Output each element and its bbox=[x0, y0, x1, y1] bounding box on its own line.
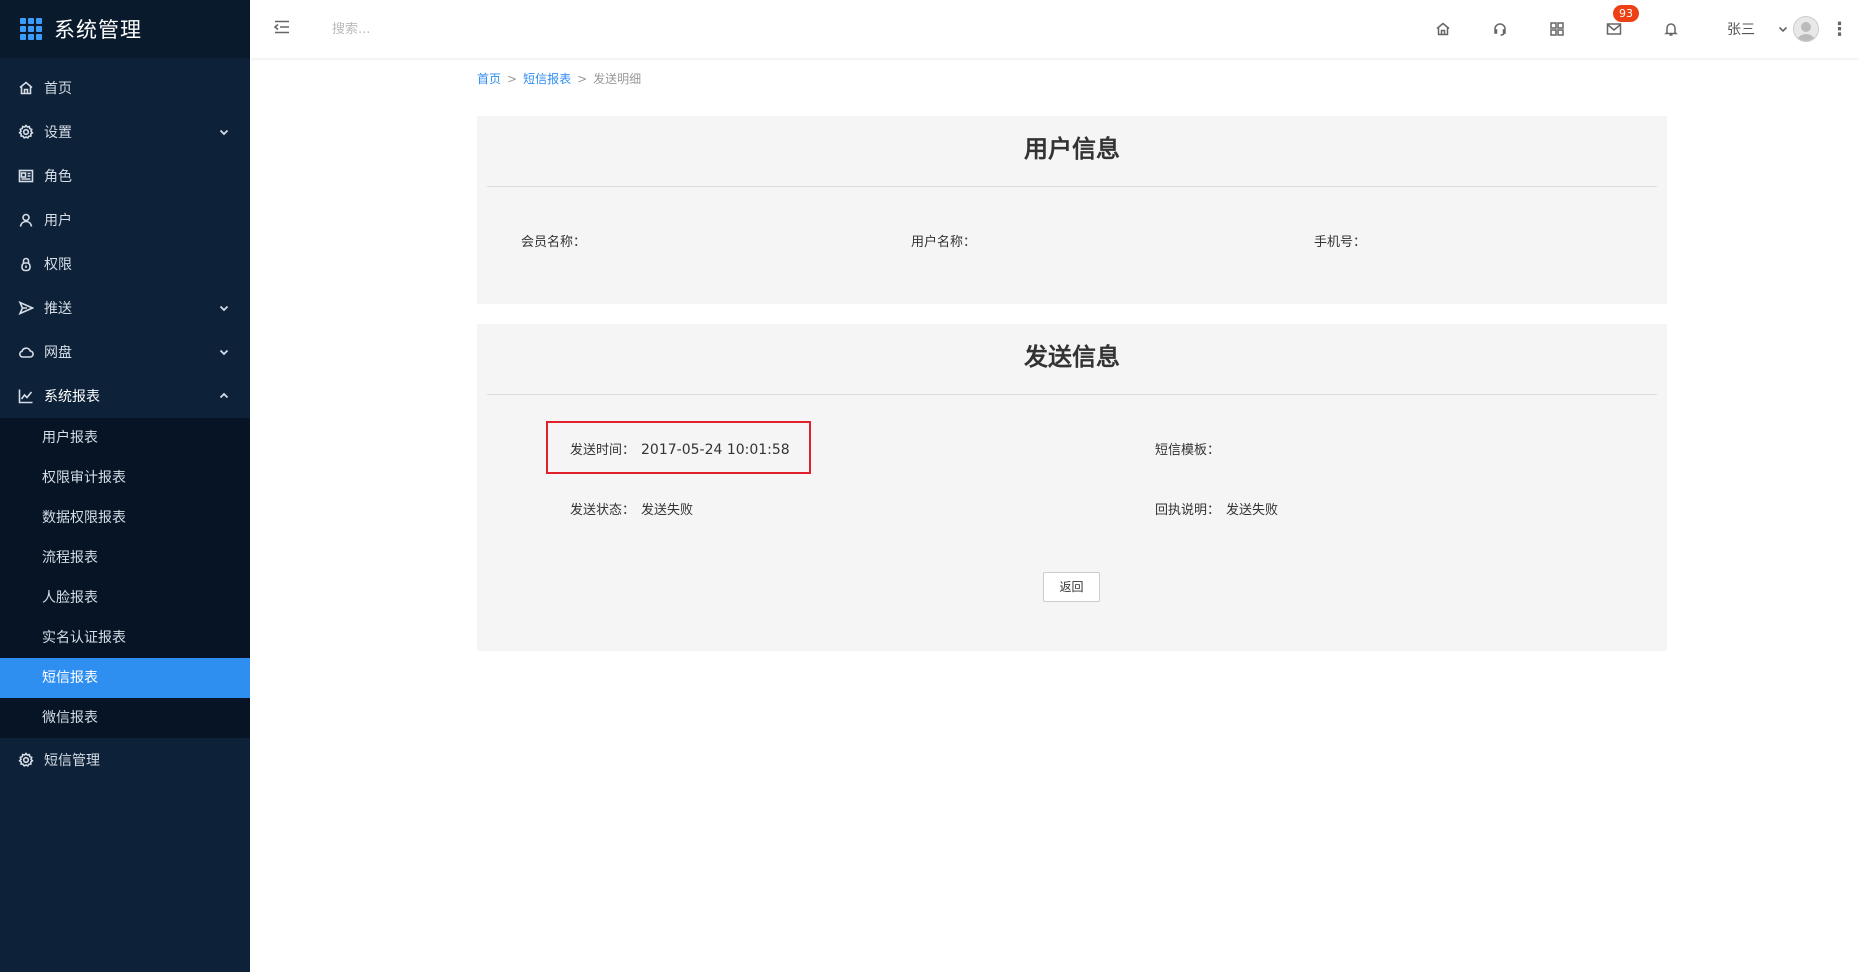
username-label: 用户名称： bbox=[911, 235, 977, 250]
bell-icon[interactable] bbox=[1642, 0, 1699, 58]
apps-grid-icon[interactable] bbox=[1528, 0, 1585, 58]
chevron-down-icon bbox=[218, 302, 230, 314]
sidebar-menu: 首页 设置 角色 用户 权限 推送 网盘 系统报表 bbox=[0, 58, 250, 418]
settings-icon bbox=[18, 124, 34, 140]
sms-template-field: 短信模板： bbox=[1155, 439, 1226, 458]
breadcrumb-sms-report[interactable]: 短信报表 bbox=[523, 72, 571, 86]
chevron-up-icon bbox=[218, 390, 230, 402]
receipt-field: 回执说明： 发送失败 bbox=[1155, 499, 1278, 518]
user-info-panel: 用户信息 bbox=[477, 116, 1667, 304]
back-button[interactable]: 返回 bbox=[1043, 572, 1100, 602]
sidebar-item-label: 首页 bbox=[44, 81, 72, 97]
chevron-down-icon bbox=[218, 346, 230, 358]
sidebar-item-settings[interactable]: 设置 bbox=[0, 110, 250, 154]
breadcrumb-separator: > bbox=[507, 72, 518, 86]
send-icon bbox=[18, 300, 34, 316]
send-status-label: 发送状态： bbox=[570, 503, 636, 518]
sidebar-item-label: 权限 bbox=[44, 257, 72, 273]
user-name[interactable]: 张三 bbox=[1727, 19, 1755, 39]
top-header: 93 张三 ⋮ bbox=[250, 0, 1859, 58]
member-name-label: 会员名称： bbox=[521, 235, 587, 250]
sidebar-item-cloud-disk[interactable]: 网盘 bbox=[0, 330, 250, 374]
sms-template-label: 短信模板： bbox=[1155, 443, 1221, 458]
menu-toggle-icon[interactable] bbox=[272, 17, 296, 41]
sidebar-item-label: 系统报表 bbox=[44, 389, 100, 405]
headset-icon[interactable] bbox=[1471, 0, 1528, 58]
submenu-item-realname-report[interactable]: 实名认证报表 bbox=[0, 618, 250, 658]
send-status-value: 发送失败 bbox=[641, 503, 694, 518]
sidebar-item-system-reports[interactable]: 系统报表 bbox=[0, 374, 250, 418]
sidebar-item-sms-management[interactable]: 短信管理 bbox=[0, 738, 250, 782]
grid-logo-icon bbox=[20, 18, 42, 40]
home-icon[interactable] bbox=[1414, 0, 1471, 58]
sidebar-item-permission[interactable]: 权限 bbox=[0, 242, 250, 286]
send-time-field: 发送时间： 2017-05-24 10:01:58 bbox=[570, 439, 790, 458]
submenu-item-process-report[interactable]: 流程报表 bbox=[0, 538, 250, 578]
submenu-item-permission-audit-report[interactable]: 权限审计报表 bbox=[0, 458, 250, 498]
mail-badge: 93 bbox=[1613, 5, 1639, 22]
header-actions: 93 张三 ⋮ bbox=[1414, 0, 1859, 58]
settings-icon bbox=[18, 752, 34, 768]
sidebar: 系统管理 首页 设置 角色 用户 权限 推送 网盘 系统报表 用户报表 权限审计… bbox=[0, 0, 250, 972]
submenu-item-data-permission-report[interactable]: 数据权限报表 bbox=[0, 498, 250, 538]
sidebar-menu-bottom: 短信管理 bbox=[0, 738, 250, 782]
search-input[interactable] bbox=[332, 21, 532, 37]
submenu-item-sms-report[interactable]: 短信报表 bbox=[0, 658, 250, 698]
lock-icon bbox=[18, 256, 34, 272]
sidebar-item-label: 设置 bbox=[44, 125, 72, 141]
send-info-title: 发送信息 bbox=[487, 324, 1657, 395]
chevron-down-icon bbox=[218, 126, 230, 138]
logo[interactable]: 系统管理 bbox=[0, 0, 250, 58]
submenu-item-face-report[interactable]: 人脸报表 bbox=[0, 578, 250, 618]
user-icon bbox=[18, 212, 34, 228]
sidebar-item-label: 短信管理 bbox=[44, 753, 100, 769]
home-icon bbox=[18, 80, 34, 96]
breadcrumb-home[interactable]: 首页 bbox=[477, 72, 501, 86]
chart-icon bbox=[18, 388, 34, 404]
username-field: 用户名称： bbox=[911, 231, 982, 250]
breadcrumb-current: 发送明细 bbox=[593, 72, 642, 86]
chevron-down-icon[interactable] bbox=[1777, 23, 1789, 35]
cloud-icon bbox=[18, 344, 34, 360]
submenu-item-user-report[interactable]: 用户报表 bbox=[0, 418, 250, 458]
sidebar-item-user[interactable]: 用户 bbox=[0, 198, 250, 242]
user-info-title: 用户信息 bbox=[487, 116, 1657, 187]
app-title: 系统管理 bbox=[54, 18, 142, 42]
breadcrumb: 首页 > 短信报表 > 发送明细 bbox=[477, 70, 641, 87]
member-name-field: 会员名称： bbox=[521, 231, 592, 250]
phone-label: 手机号： bbox=[1314, 235, 1367, 250]
submenu-item-wechat-report[interactable]: 微信报表 bbox=[0, 698, 250, 738]
sidebar-item-label: 推送 bbox=[44, 301, 72, 317]
breadcrumb-separator: > bbox=[577, 72, 588, 86]
avatar[interactable] bbox=[1793, 16, 1819, 42]
sidebar-item-role[interactable]: 角色 bbox=[0, 154, 250, 198]
send-status-field: 发送状态： 发送失败 bbox=[570, 499, 693, 518]
reports-submenu: 用户报表 权限审计报表 数据权限报表 流程报表 人脸报表 实名认证报表 短信报表… bbox=[0, 418, 250, 738]
sidebar-item-push[interactable]: 推送 bbox=[0, 286, 250, 330]
receipt-value: 发送失败 bbox=[1226, 503, 1279, 518]
sidebar-item-label: 角色 bbox=[44, 169, 72, 185]
more-vertical-icon[interactable]: ⋮ bbox=[1819, 19, 1859, 40]
role-icon bbox=[18, 168, 34, 184]
phone-field: 手机号： bbox=[1314, 231, 1372, 250]
send-time-label: 发送时间： bbox=[570, 443, 636, 458]
sidebar-item-label: 用户 bbox=[44, 213, 72, 229]
sidebar-item-home[interactable]: 首页 bbox=[0, 66, 250, 110]
send-time-value: 2017-05-24 10:01:58 bbox=[641, 442, 790, 458]
receipt-label: 回执说明： bbox=[1155, 503, 1221, 518]
mail-icon[interactable]: 93 bbox=[1585, 0, 1642, 58]
sidebar-item-label: 网盘 bbox=[44, 345, 72, 361]
